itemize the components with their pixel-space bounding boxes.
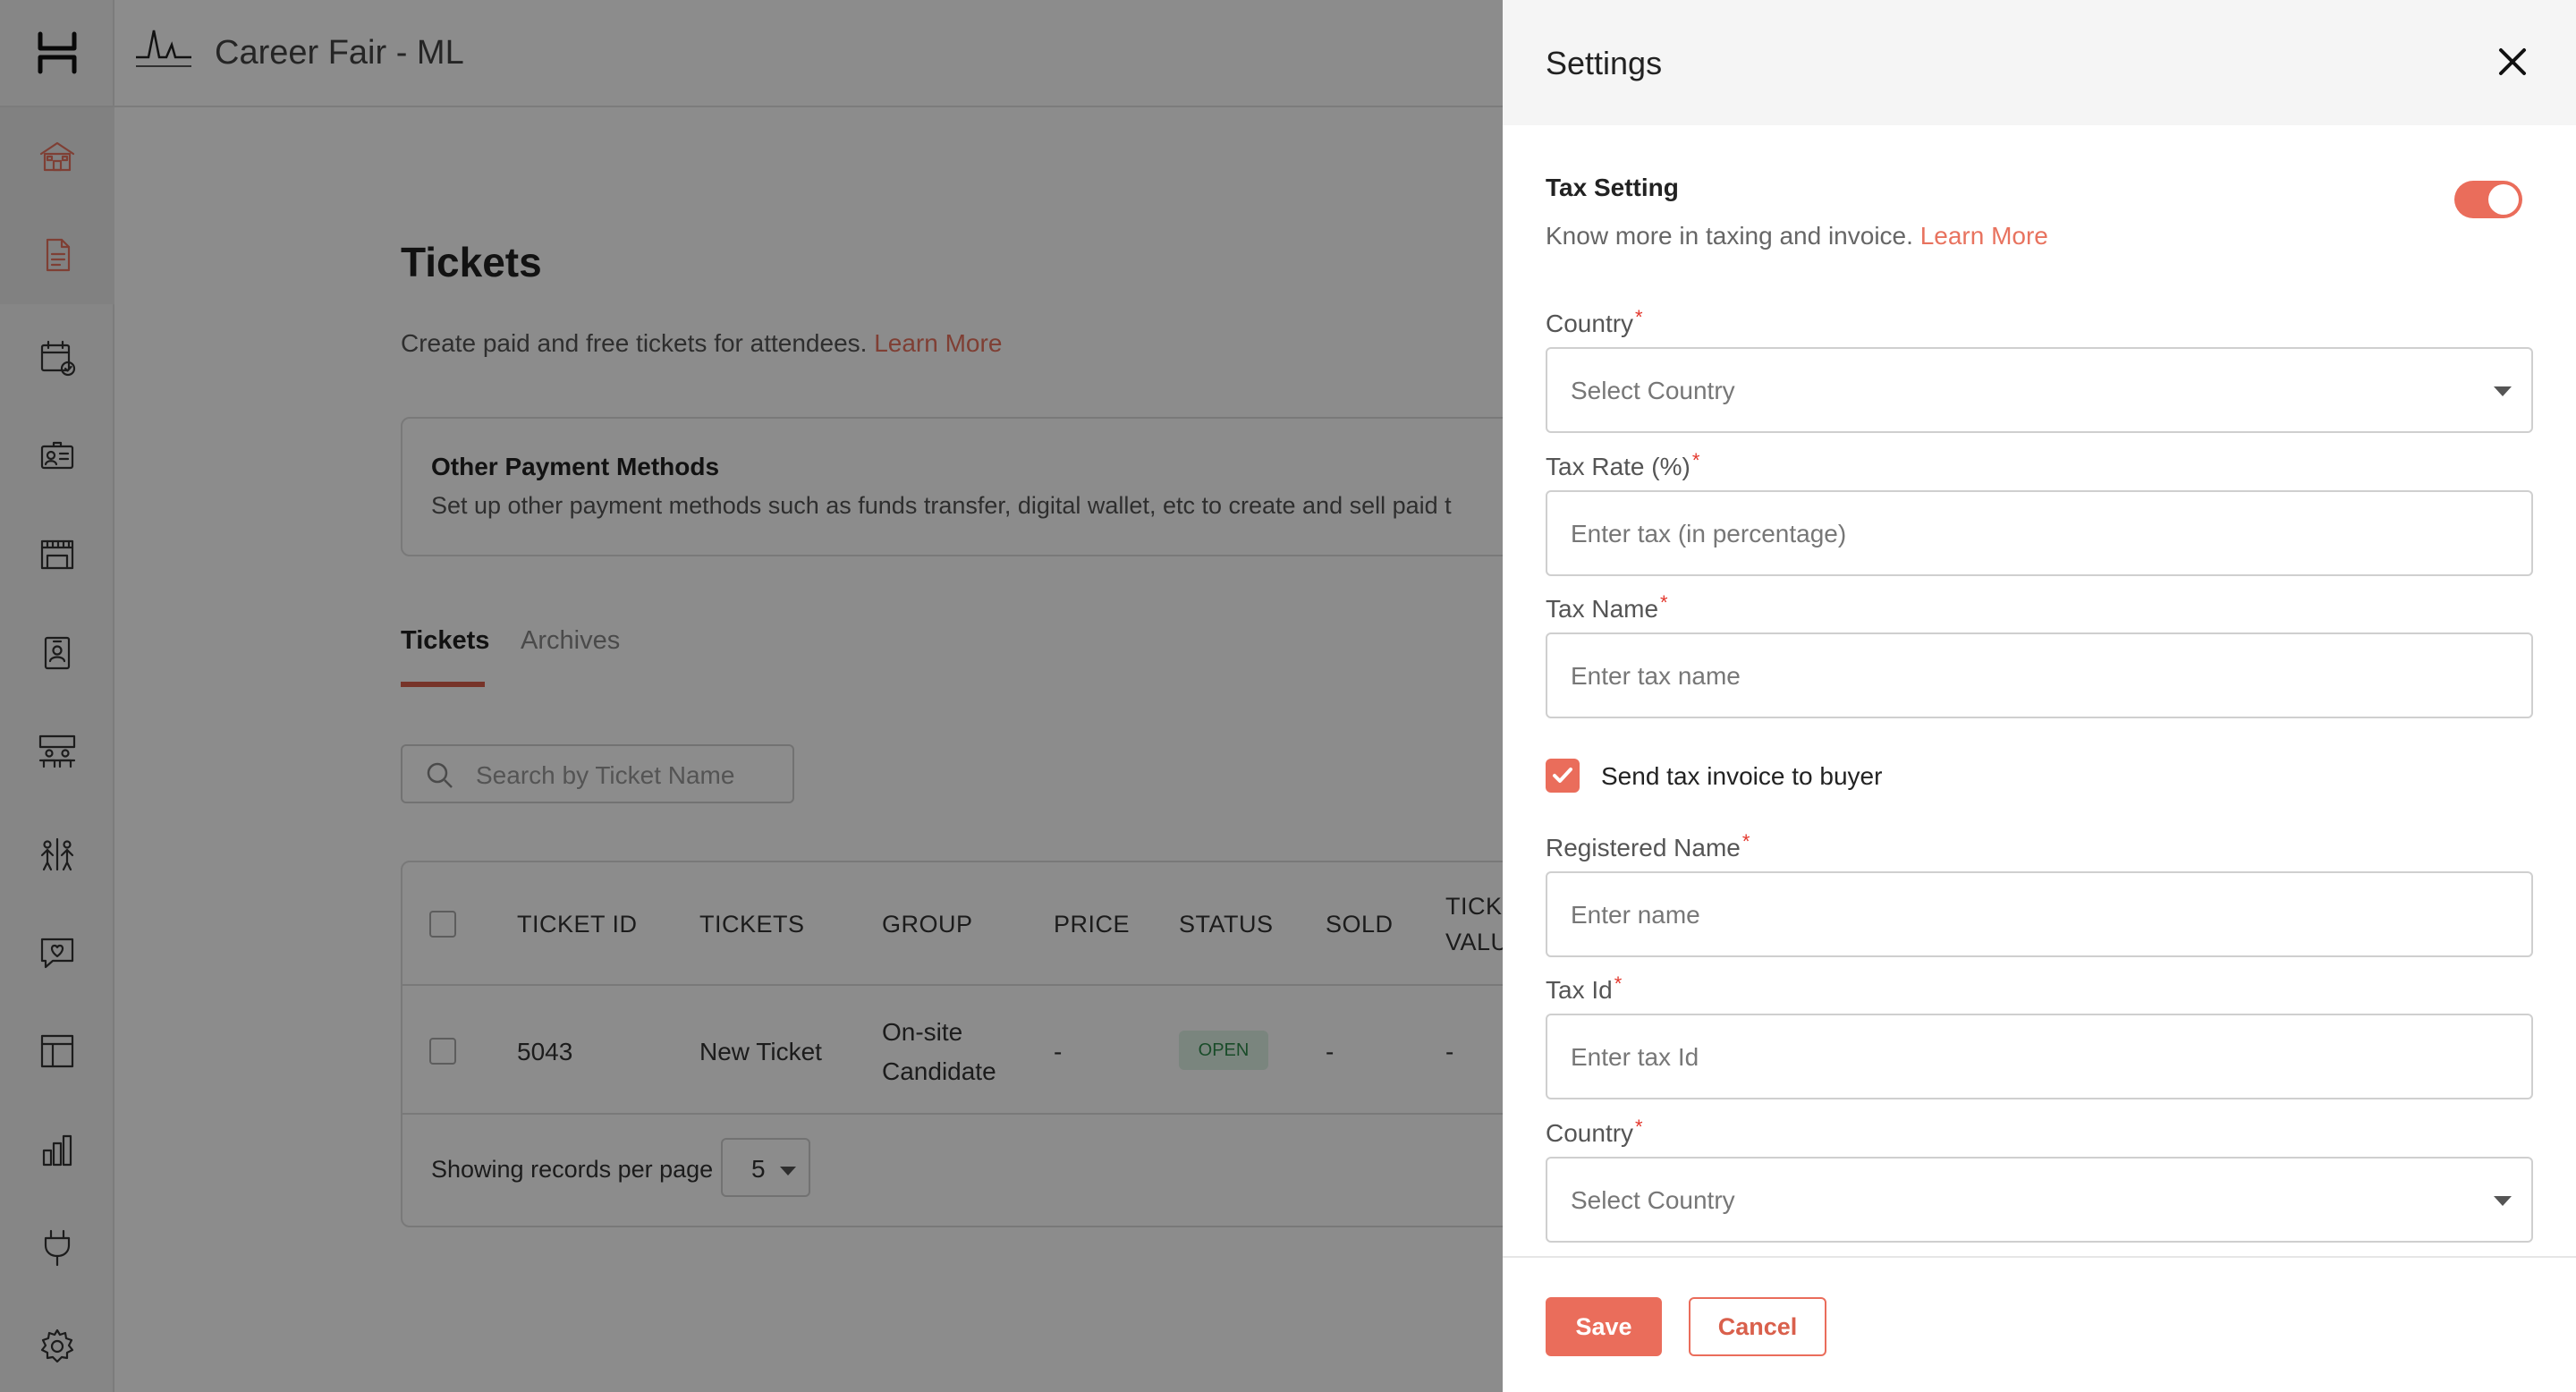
drawer-footer: Save Cancel [1503,1256,2576,1392]
tax-id-placeholder: Enter tax Id [1571,1043,1699,1071]
tax-id-label: Tax Id* [1546,972,1622,1005]
registered-name-input[interactable]: Enter name [1546,871,2533,957]
chevron-down-icon [2494,386,2512,396]
required-marker: * [1635,1116,1643,1138]
cancel-button[interactable]: Cancel [1689,1297,1826,1356]
close-icon [2499,48,2526,75]
send-invoice-checkbox[interactable] [1546,759,1580,793]
tax-rate-placeholder: Enter tax (in percentage) [1571,520,1847,547]
tax-rate-input[interactable]: Enter tax (in percentage) [1546,490,2533,576]
save-button[interactable]: Save [1546,1297,1662,1356]
settings-drawer: Settings Tax Setting Know more in taxing… [1503,0,2576,1392]
drawer-header: Settings [1503,0,2576,125]
invoice-country-label-text: Country [1546,1119,1634,1147]
required-marker: * [1614,972,1623,995]
tax-setting-toggle[interactable] [2454,181,2522,218]
checkmark-icon [1553,768,1572,783]
registered-name-label-text: Registered Name [1546,834,1741,862]
send-invoice-label[interactable]: Send tax invoice to buyer [1601,762,1882,791]
modal-backdrop[interactable] [0,0,1503,1392]
country-select[interactable]: Select Country [1546,347,2533,433]
tax-setting-description-text: Know more in taxing and invoice. [1546,222,1913,250]
tax-name-label-text: Tax Name [1546,595,1659,623]
country-select-placeholder: Select Country [1571,377,1735,404]
registered-name-placeholder: Enter name [1571,901,1700,929]
close-button[interactable] [2490,39,2535,84]
required-marker: * [1741,830,1750,853]
country-label: Country* [1546,306,1643,338]
tax-setting-description: Know more in taxing and invoice. Learn M… [1546,222,2048,250]
tax-id-label-text: Tax Id [1546,976,1613,1004]
invoice-country-select[interactable]: Select Country [1546,1157,2533,1243]
tax-name-label: Tax Name* [1546,591,1668,624]
country-label-text: Country [1546,310,1634,337]
required-marker: * [1691,449,1700,471]
tax-name-placeholder: Enter tax name [1571,662,1741,690]
required-marker: * [1635,306,1643,328]
tax-id-input[interactable]: Enter tax Id [1546,1014,2533,1099]
invoice-country-placeholder: Select Country [1571,1186,1735,1214]
tax-setting-title: Tax Setting [1546,174,1679,201]
invoice-country-label: Country* [1546,1116,1643,1148]
required-marker: * [1660,591,1668,614]
drawer-title: Settings [1546,45,1663,81]
tax-name-input[interactable]: Enter tax name [1546,632,2533,718]
toggle-knob [2488,184,2519,215]
tax-rate-label-text: Tax Rate (%) [1546,453,1690,480]
tax-learn-more-link[interactable]: Learn More [1920,222,2048,250]
tax-rate-label: Tax Rate (%)* [1546,449,1699,481]
chevron-down-icon [2494,1196,2512,1206]
registered-name-label: Registered Name* [1546,830,1750,862]
